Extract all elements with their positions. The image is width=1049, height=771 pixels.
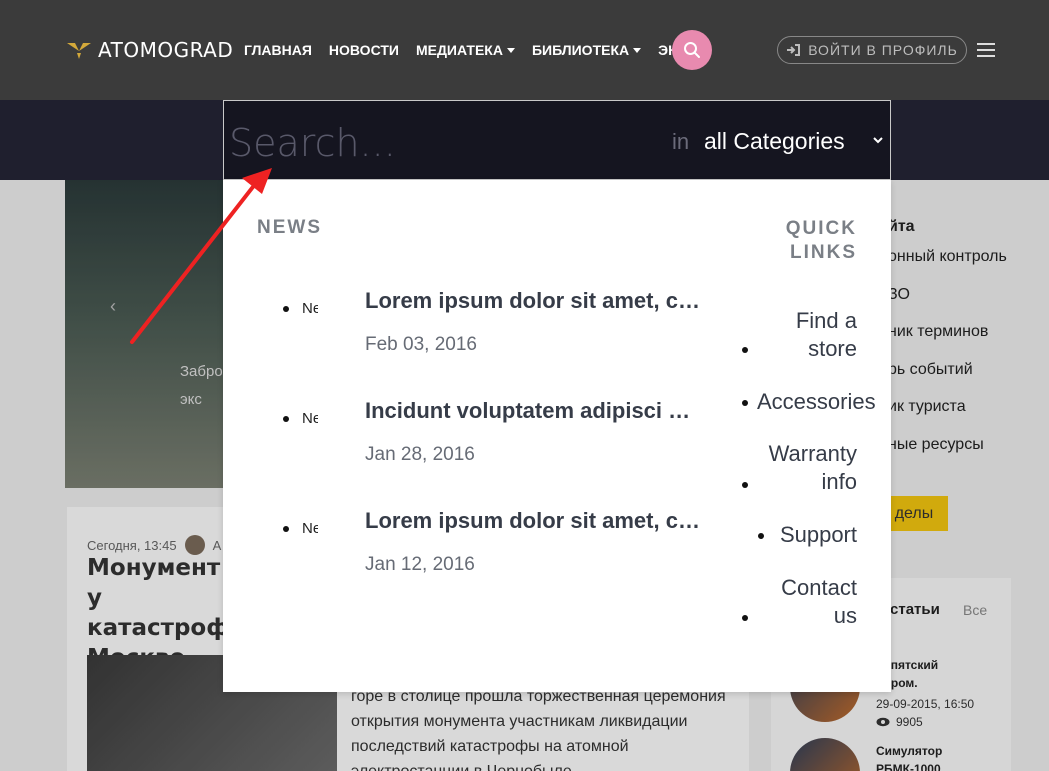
news-item[interactable]: Ne Incidunt voluptatem adipisci quaerat … [223,398,743,498]
main-nav: ГЛАВНАЯ НОВОСТИ МЕДИАТЕКА БИБЛИОТЕКА ЭКС… [244,42,727,58]
search-input[interactable]: Search... [229,121,396,165]
quick-links-heading: QUICK LINKS [785,218,857,263]
news-date: Jan 12, 2016 [365,554,475,575]
search-toggle-button[interactable] [672,30,712,70]
nav-label: ГЛАВНАЯ [244,42,312,58]
news-thumb: Ne [302,410,318,427]
news-title[interactable]: Lorem ipsum dolor sit amet, consectetur [365,288,700,314]
nav-label: БИБЛИОТЕКА [531,42,630,58]
news-item[interactable]: Ne Lorem ipsum dolor sit amet, consectet… [223,288,743,388]
bullet [742,347,748,353]
login-label: ВОЙТИ В ПРОФИЛЬ [808,42,958,58]
nav-label: НОВОСТИ [328,42,399,58]
bullet [742,400,748,406]
quick-link-find-store[interactable]: Find a store [757,307,857,363]
bullet [742,482,748,488]
nav-item-news[interactable]: НОВОСТИ [329,42,399,58]
hamburger-menu-icon[interactable] [977,43,995,57]
logo-text: ATOMOGRAD [98,38,234,62]
quick-link-support[interactable]: Support [767,521,857,549]
sign-in-icon [787,44,801,56]
nav-item-library[interactable]: БИБЛИОТЕКА [531,42,642,58]
search-bar: Search... in all Categories [223,100,891,180]
quick-link-warranty[interactable]: Warranty info [757,440,857,496]
news-heading: NEWS [257,217,322,238]
quick-link-accessories[interactable]: Accessories [757,388,889,416]
login-button[interactable]: ВОЙТИ В ПРОФИЛЬ [777,36,967,64]
nav-item-media[interactable]: МЕДИАТЕКА [416,42,515,58]
caret-down-icon [506,47,515,53]
news-date: Jan 28, 2016 [365,444,475,465]
search-dropdown: NEWS Ne Lorem ipsum dolor sit amet, cons… [223,180,891,692]
site-logo[interactable]: ATOMOGRAD [66,38,233,62]
bullet [758,533,764,539]
caret-down-icon [633,47,642,53]
chevron-down-icon[interactable] [872,131,884,151]
news-item[interactable]: Ne Lorem ipsum dolor sit amet, consectet… [223,508,743,608]
bullet [283,416,289,422]
news-thumb: Ne [302,300,318,317]
nav-item-home[interactable]: ГЛАВНАЯ [244,42,312,58]
site-header: ATOMOGRAD ГЛАВНАЯ НОВОСТИ МЕДИАТЕКА БИБЛ… [0,0,1049,100]
news-title[interactable]: Lorem ipsum dolor sit amet, consectetur [365,508,700,534]
logo-icon [67,43,91,59]
quick-link-contact[interactable]: Contact us [757,574,857,630]
search-icon [684,42,700,58]
bullet [283,306,289,312]
category-select[interactable]: all Categories [704,128,845,155]
news-title[interactable]: Incidunt voluptatem adipisci quaerat [365,398,700,424]
search-in-label: in [672,129,690,154]
nav-label: МЕДИАТЕКА [415,42,503,58]
news-thumb: Ne [302,520,318,537]
news-date: Feb 03, 2016 [365,334,477,355]
bullet [742,615,748,621]
bullet [283,526,289,532]
